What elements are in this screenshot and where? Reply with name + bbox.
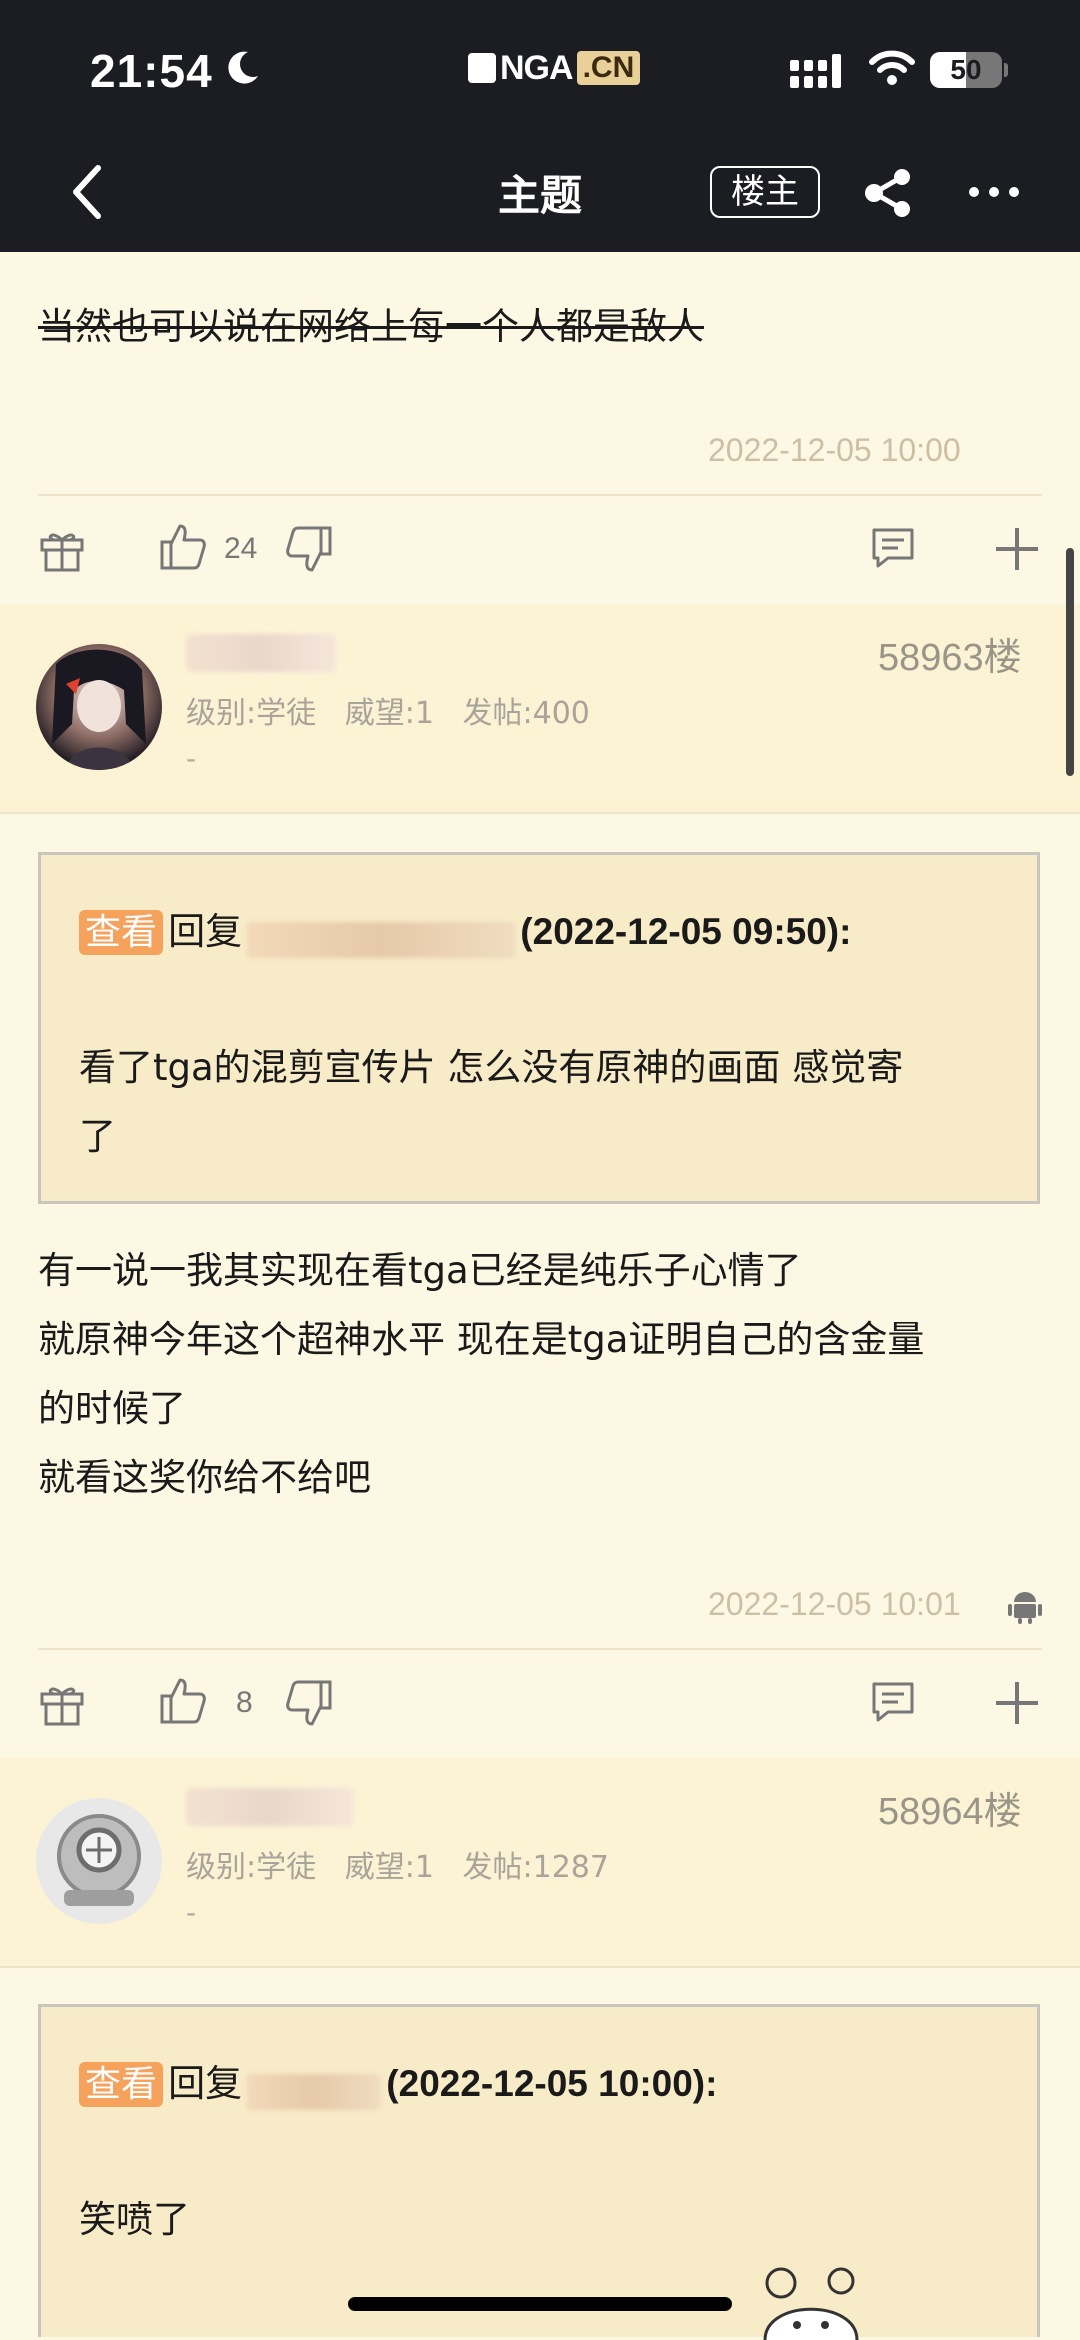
logo-mark-icon bbox=[468, 53, 496, 83]
avatar-image-icon bbox=[52, 649, 146, 770]
like-count: 8 bbox=[236, 1686, 253, 1719]
post-action-bar: 8 bbox=[0, 1650, 1080, 1760]
reply-time: (2022-12-05 09:50): bbox=[520, 911, 852, 952]
plus-icon[interactable] bbox=[994, 1680, 1040, 1726]
quote-block: 查看 回复 (2022-12-05 09:50): 看了tga的混剪宣传片 怎么… bbox=[38, 852, 1040, 1204]
quote-text-line: 笑喷了 bbox=[79, 2198, 190, 2241]
user-info-band: 58964楼 级别:学徒 威望:1 发帖:1287 - bbox=[0, 1758, 1080, 1966]
quote-header: 查看 回复 (2022-12-05 09:50): bbox=[79, 901, 851, 958]
post-text-line: 就原神今年这个超神水平 现在是tga证明自己的含金量 bbox=[38, 1318, 925, 1361]
reply-label: 回复 bbox=[168, 2062, 243, 2105]
username-redacted[interactable] bbox=[186, 634, 336, 672]
page-title: 主题 bbox=[497, 171, 582, 220]
view-quote-button[interactable]: 查看 bbox=[79, 910, 164, 955]
post-timestamp: 2022-12-05 10:01 bbox=[708, 1586, 961, 1622]
quote-block: 查看 回复 (2022-12-05 10:00): 笑喷了 bbox=[38, 2004, 1040, 2340]
user-info-band: 58963楼 级别:学徒 威望:1 发帖:400 - bbox=[0, 604, 1080, 812]
share-icon[interactable] bbox=[862, 168, 914, 218]
reply-label: 回复 bbox=[168, 910, 243, 953]
username-redacted[interactable] bbox=[186, 1788, 354, 1826]
comment-icon[interactable] bbox=[870, 1680, 916, 1724]
thumb-up-icon[interactable] bbox=[158, 1676, 208, 1726]
moon-icon bbox=[228, 51, 258, 84]
thumb-down-icon[interactable] bbox=[284, 524, 334, 574]
user-stats: 级别:学徒 威望:1 发帖:1287 bbox=[186, 1850, 609, 1885]
scrollbar[interactable] bbox=[1066, 548, 1074, 776]
back-icon[interactable] bbox=[64, 162, 114, 222]
android-icon bbox=[1008, 1592, 1042, 1624]
post-timestamp: 2022-12-05 10:00 bbox=[708, 432, 961, 468]
post-text-line: 当然也可以说在网络上每一个人都是敌人 bbox=[38, 305, 704, 348]
more-icon[interactable] bbox=[968, 186, 1020, 198]
quoted-username-redacted[interactable] bbox=[247, 921, 516, 958]
avatar[interactable] bbox=[36, 1798, 162, 1924]
user-stats: 级别:学徒 威望:1 发帖:400 bbox=[186, 696, 590, 731]
reply-time: (2022-12-05 10:00): bbox=[386, 2063, 718, 2104]
logo-main: NGA bbox=[500, 48, 574, 87]
status-time: 21:54 bbox=[90, 45, 213, 97]
like-count: 24 bbox=[224, 532, 258, 565]
gift-icon[interactable] bbox=[38, 526, 86, 574]
thumb-down-icon[interactable] bbox=[284, 1678, 334, 1728]
user-signature: - bbox=[186, 742, 197, 775]
op-only-button[interactable]: 楼主 bbox=[710, 166, 820, 218]
home-indicator[interactable] bbox=[348, 2297, 732, 2311]
plus-icon[interactable] bbox=[994, 526, 1040, 572]
thumb-up-icon[interactable] bbox=[158, 522, 208, 572]
diving-helmet-icon bbox=[57, 1814, 141, 1906]
battery-indicator: 50 bbox=[930, 52, 1002, 88]
wifi-icon bbox=[869, 50, 915, 85]
quote-text-line: 看了tga的混剪宣传片 怎么没有原神的画面 感觉寄 bbox=[79, 1046, 904, 1089]
battery-nub bbox=[1004, 63, 1008, 77]
user-signature: - bbox=[186, 1896, 197, 1929]
post-action-bar: 24 bbox=[0, 496, 1080, 606]
floor-number: 58963楼 bbox=[878, 637, 1022, 679]
divider bbox=[0, 1966, 1080, 1968]
quoted-username-redacted[interactable] bbox=[247, 2073, 382, 2110]
app-logo: NGA .CN bbox=[468, 48, 641, 88]
post-text-line: 有一说一我其实现在看tga已经是纯乐子心情了 bbox=[38, 1249, 802, 1292]
quote-text-line: 了 bbox=[79, 1115, 116, 1158]
quote-header: 查看 回复 (2022-12-05 10:00): bbox=[79, 2053, 717, 2110]
sticker-icon bbox=[763, 2267, 859, 2340]
comment-icon[interactable] bbox=[870, 526, 916, 570]
post-text-line: 就看这奖你给不给吧 bbox=[38, 1456, 371, 1499]
divider bbox=[0, 812, 1080, 814]
floor-number: 58964楼 bbox=[878, 1791, 1022, 1833]
avatar[interactable] bbox=[36, 644, 162, 770]
signal-icon bbox=[790, 54, 841, 88]
logo-suffix: .CN bbox=[576, 51, 641, 85]
battery-level: 50 bbox=[950, 54, 982, 85]
view-quote-button[interactable]: 查看 bbox=[79, 2062, 164, 2107]
gift-icon[interactable] bbox=[38, 1680, 86, 1728]
post-text-line: 的时候了 bbox=[38, 1387, 186, 1430]
